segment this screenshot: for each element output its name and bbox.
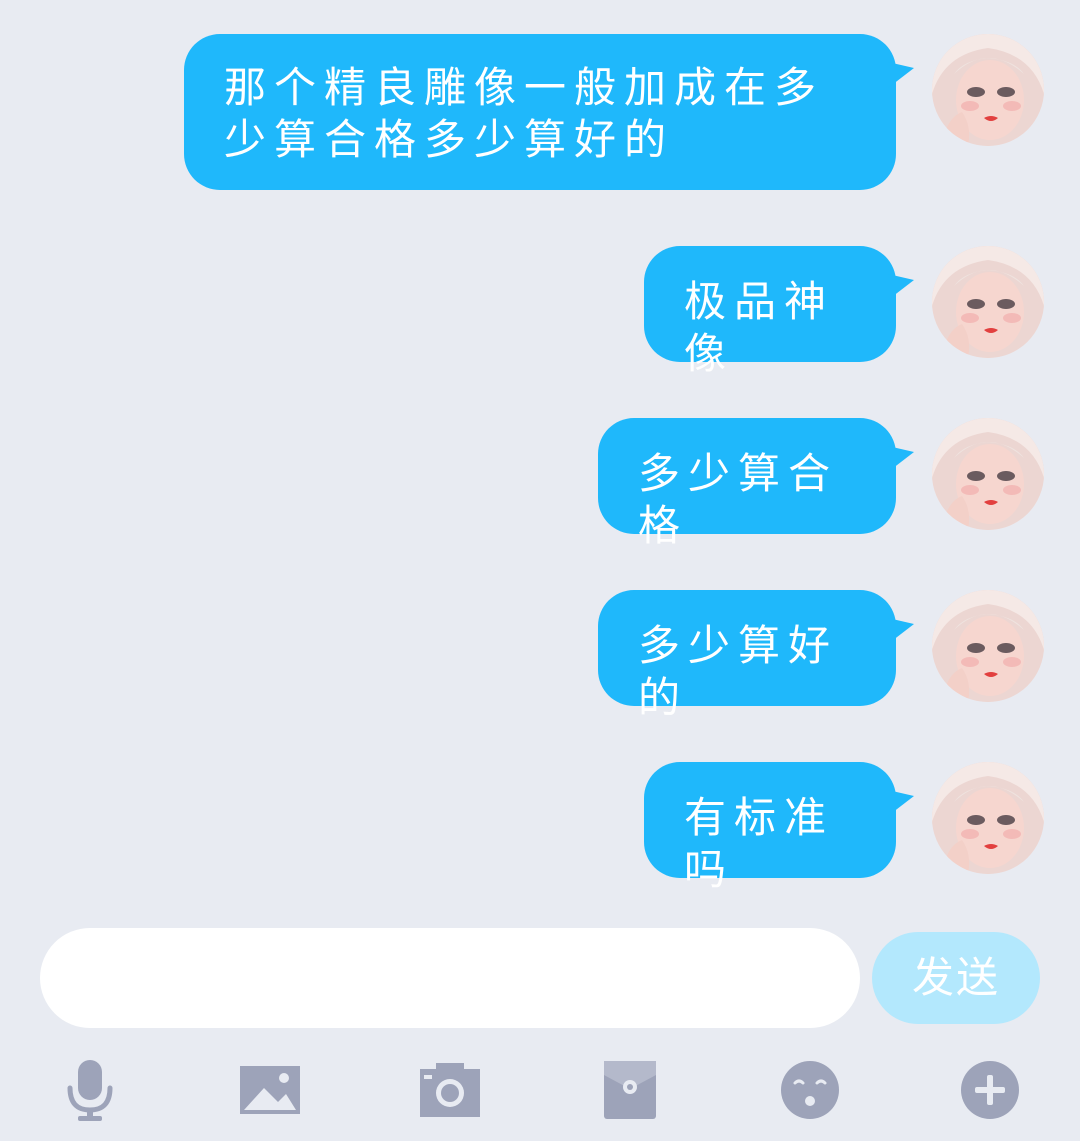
message-text: 那个精良雕像一般加成在多少算合格多少算好的: [224, 63, 825, 164]
avatar[interactable]: [932, 762, 1044, 874]
input-toolbar: [0, 1040, 1080, 1135]
message-text: 多少算合格: [638, 449, 839, 550]
emoji-button[interactable]: [770, 1050, 850, 1130]
message-row: 那个精良雕像一般加成在多少算合格多少算好的: [184, 34, 1044, 190]
message-bubble[interactable]: 多少算合格: [598, 418, 914, 550]
red-packet-button[interactable]: [590, 1050, 670, 1130]
message-row: 有标准吗: [644, 762, 1044, 894]
camera-button[interactable]: [410, 1050, 490, 1130]
message-text: 极品神像: [684, 277, 835, 378]
avatar-portrait: [932, 418, 1044, 530]
avatar[interactable]: [932, 590, 1044, 702]
message-row: 极品神像: [644, 246, 1044, 378]
microphone-icon: [67, 1060, 113, 1121]
image-button[interactable]: [230, 1050, 310, 1130]
message-row: 多少算好的: [598, 590, 1044, 722]
avatar-portrait: [932, 590, 1044, 702]
avatar-portrait: [932, 34, 1044, 146]
plus-icon: [961, 1061, 1019, 1119]
avatar[interactable]: [932, 34, 1044, 146]
emoji-icon: [781, 1061, 839, 1119]
avatar[interactable]: [932, 246, 1044, 358]
message-bubble[interactable]: 极品神像: [644, 246, 914, 378]
message-bubble[interactable]: 那个精良雕像一般加成在多少算合格多少算好的: [184, 34, 914, 190]
message-bubble[interactable]: 多少算好的: [598, 590, 914, 722]
composer: 发送: [0, 925, 1080, 1030]
microphone-button[interactable]: [50, 1050, 130, 1130]
avatar-portrait: [932, 246, 1044, 358]
message-text: 有标准吗: [684, 793, 835, 894]
send-button[interactable]: 发送: [872, 932, 1040, 1024]
camera-icon: [420, 1063, 480, 1117]
avatar[interactable]: [932, 418, 1044, 530]
message-bubble[interactable]: 有标准吗: [644, 762, 914, 894]
message-input[interactable]: [40, 928, 860, 1028]
message-text: 多少算好的: [638, 621, 839, 722]
chat-message-list[interactable]: 那个精良雕像一般加成在多少算合格多少算好的 极品神像 多少算合格 多少算好的 有…: [0, 0, 1080, 910]
message-row: 多少算合格: [598, 418, 1044, 550]
plus-button[interactable]: [950, 1050, 1030, 1130]
red-packet-icon: [604, 1061, 656, 1119]
image-icon: [240, 1066, 300, 1114]
avatar-portrait: [932, 762, 1044, 874]
